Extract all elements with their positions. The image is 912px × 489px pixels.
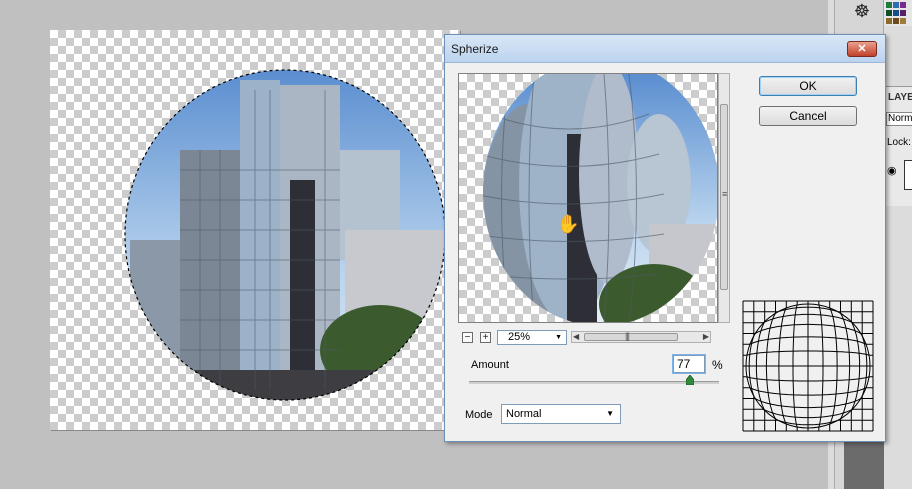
vertical-scroll-thumb[interactable]: ≡ <box>720 104 728 290</box>
mode-select[interactable]: Normal ▼ <box>501 404 621 424</box>
chevron-down-icon: ▼ <box>555 334 562 341</box>
grip-icon: ≡ <box>722 189 728 199</box>
panel-background <box>844 442 884 489</box>
hand-cursor-icon: ✋ <box>557 213 579 234</box>
swatch[interactable] <box>900 2 906 8</box>
amount-field[interactable]: 77 <box>672 354 706 374</box>
swatches-panel[interactable] <box>884 0 912 26</box>
zoom-level-select[interactable]: 25% ▼ <box>497 330 567 345</box>
dialog-titlebar[interactable]: Spherize ✕ <box>445 35 885 63</box>
preview-horizontal-scrollbar[interactable]: ◀ ||| ▶ <box>571 331 711 343</box>
amount-slider-handle[interactable] <box>686 375 695 385</box>
spherize-mesh-preview <box>742 300 874 432</box>
ok-button[interactable]: OK <box>759 76 857 96</box>
amount-unit: % <box>712 358 723 372</box>
scroll-right-icon[interactable]: ▶ <box>703 332 709 341</box>
close-icon: ✕ <box>857 43 867 55</box>
swatch[interactable] <box>900 18 906 24</box>
preview-vertical-scrollbar[interactable]: ≡ <box>718 73 730 323</box>
amount-slider-track[interactable] <box>469 381 719 384</box>
layer-blend-mode-select[interactable]: Norm <box>886 112 912 126</box>
layer-thumbnail[interactable] <box>904 160 912 190</box>
close-button[interactable]: ✕ <box>847 41 877 57</box>
dialog-title: Spherize <box>451 42 499 56</box>
ship-wheel-icon[interactable]: ☸ <box>848 0 876 24</box>
swatch[interactable] <box>886 18 892 24</box>
document-canvas[interactable] <box>50 30 460 430</box>
spherize-dialog: Spherize ✕ ✋ ≡ ◀ ||| ▶ − + 25% ▼ OK Canc… <box>444 34 886 442</box>
filter-preview[interactable]: ✋ <box>458 73 718 323</box>
amount-label: Amount <box>471 359 509 371</box>
swatch[interactable] <box>893 10 899 16</box>
layer-lock-label: Lock: <box>887 137 911 148</box>
swatch[interactable] <box>900 10 906 16</box>
horizontal-scroll-thumb[interactable]: ||| <box>584 331 678 341</box>
swatch[interactable] <box>893 2 899 8</box>
chevron-down-icon: ▼ <box>606 409 614 418</box>
swatch[interactable] <box>886 10 892 16</box>
grip-icon: ||| <box>625 331 630 341</box>
scroll-left-icon[interactable]: ◀ <box>573 332 579 341</box>
cancel-button[interactable]: Cancel <box>759 106 857 126</box>
zoom-in-button[interactable]: + <box>480 332 491 343</box>
swatch[interactable] <box>893 18 899 24</box>
zoom-out-button[interactable]: − <box>462 332 473 343</box>
preview-image: ✋ <box>483 74 717 322</box>
mode-value: Normal <box>506 408 542 420</box>
eye-icon[interactable]: ◉ <box>887 164 897 177</box>
mode-label: Mode <box>465 409 493 421</box>
swatch[interactable] <box>886 2 892 8</box>
spherized-image-canvas <box>124 69 446 401</box>
zoom-level-value: 25% <box>508 331 531 343</box>
layers-tab[interactable]: LAYE <box>888 92 912 103</box>
